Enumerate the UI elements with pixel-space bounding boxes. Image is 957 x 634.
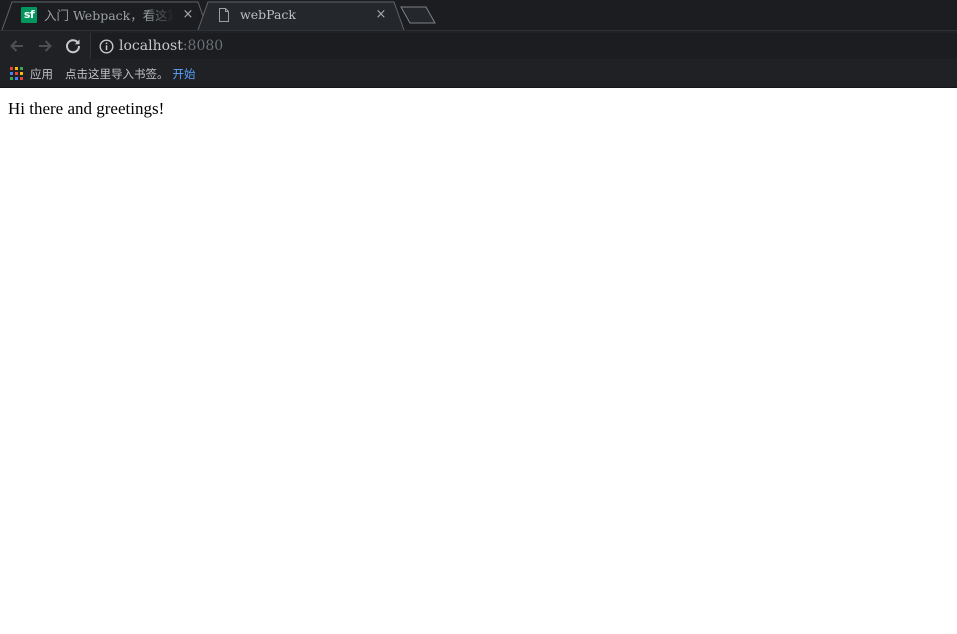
start-import-link[interactable]: 开始 — [173, 66, 196, 82]
import-bookmarks-hint: 点击这里导入书签。 — [65, 66, 169, 81]
bookmarks-bar: 应用 点击这里导入书签。 开始 — [0, 60, 957, 88]
apps-grid-dot — [20, 72, 23, 75]
tab-title: webPack — [240, 7, 296, 22]
reload-button[interactable] — [63, 36, 83, 56]
apps-grid-dot — [20, 77, 23, 80]
apps-grid-icon[interactable] — [10, 67, 23, 80]
apps-grid-dot — [10, 77, 13, 80]
apps-grid-dot — [10, 67, 13, 70]
apps-grid-dot — [15, 77, 18, 80]
apps-shortcut[interactable]: 应用 — [30, 66, 53, 82]
tab-webpack[interactable]: webPack × — [196, 1, 406, 30]
page-icon — [216, 7, 232, 23]
new-tab-button[interactable] — [398, 4, 438, 26]
info-icon[interactable] — [98, 38, 114, 54]
forward-button[interactable] — [35, 36, 55, 56]
close-tab-button[interactable]: × — [374, 7, 388, 21]
apps-grid-dot — [15, 67, 18, 70]
url-host: localhost — [119, 38, 183, 54]
greeting-text: Hi there and greetings! — [8, 99, 165, 118]
sf-favicon-icon: sf — [21, 6, 37, 23]
tab-title: 入门 Webpack，看这篇就够了 — [44, 8, 174, 23]
url-text: localhost:8080 — [119, 38, 223, 54]
arrow-left-icon — [10, 40, 23, 52]
browser-toolbar: localhost:8080 — [0, 30, 957, 60]
apps-grid-dot — [15, 72, 18, 75]
apps-grid-dot — [20, 67, 23, 70]
page-viewport: Hi there and greetings! — [0, 89, 957, 634]
tab-strip: sf 入门 Webpack，看这篇就够了 × webPack × — [0, 0, 957, 30]
reload-icon — [66, 39, 81, 54]
apps-grid-dot — [10, 72, 13, 75]
address-bar[interactable]: localhost:8080 — [90, 33, 957, 59]
tab-segmentfault[interactable]: sf 入门 Webpack，看这篇就够了 × — [0, 1, 210, 30]
arrow-right-icon — [39, 40, 52, 52]
back-button[interactable] — [7, 36, 27, 56]
url-port: :8080 — [182, 38, 224, 54]
close-tab-button[interactable]: × — [181, 7, 195, 21]
